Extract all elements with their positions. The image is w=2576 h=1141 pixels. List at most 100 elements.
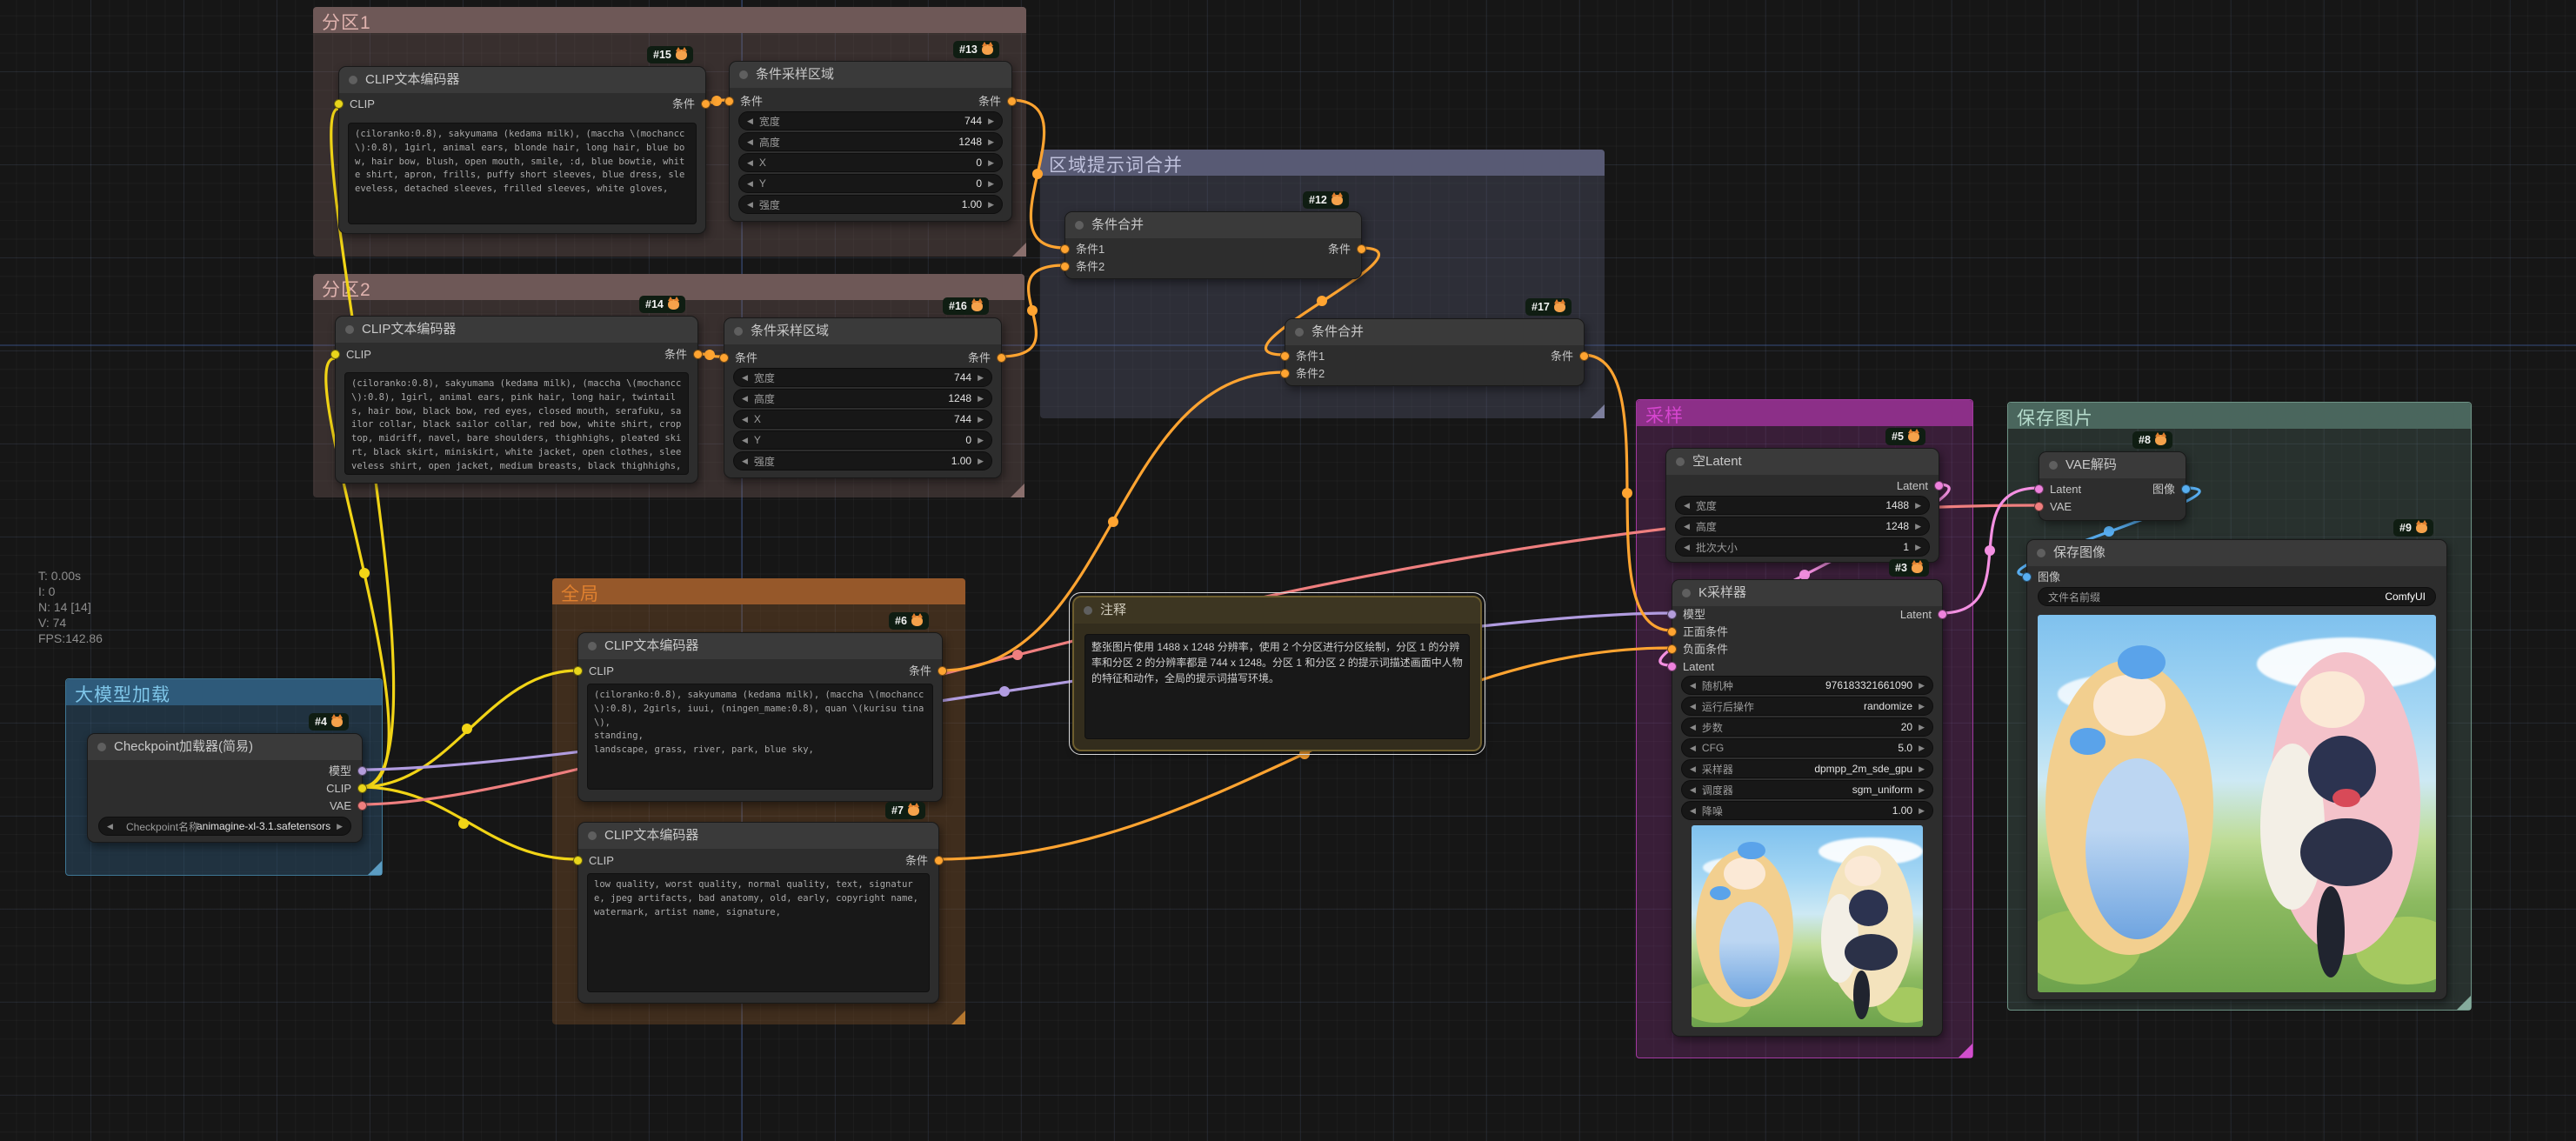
socket-cond-output[interactable] — [938, 666, 947, 676]
socket-clip-input[interactable] — [573, 666, 583, 676]
widget-sampler-name[interactable]: ◀采样器dpmpp_2m_sde_gpu▶ — [1681, 759, 1933, 778]
socket-cond-output[interactable] — [997, 353, 1006, 363]
collapse-dot-icon[interactable] — [97, 743, 106, 751]
node-save-image-9[interactable]: 保存图像 图像 文件名前缀 ComfyUI — [2026, 539, 2447, 1000]
widget-width[interactable]: ◀宽度1488▶ — [1675, 496, 1930, 515]
widget-height[interactable]: ◀高度1248▶ — [733, 389, 992, 408]
group-global-header[interactable] — [552, 578, 965, 604]
socket-cond-output[interactable] — [701, 99, 711, 109]
widget-strength[interactable]: ◀强度1.00▶ — [738, 195, 1003, 214]
socket-latent-output[interactable] — [1934, 481, 1944, 490]
node-ksampler-3[interactable]: K采样器 模型 正面条件 负面条件 Latent Latent ◀随机种9761… — [1672, 579, 1943, 1037]
socket-cond-output[interactable] — [1357, 244, 1366, 254]
socket-clip-input[interactable] — [334, 99, 344, 109]
node-cond-combine-12[interactable]: 条件合并 条件1 条件2 条件 — [1064, 211, 1362, 279]
widget-control-after-generate[interactable]: ◀运行后操作randomize▶ — [1681, 697, 1933, 716]
socket-positive-input[interactable] — [1667, 627, 1677, 637]
socket-cond-input[interactable] — [724, 97, 734, 106]
widget-width[interactable]: ◀宽度744▶ — [738, 111, 1003, 130]
socket-cond-input[interactable] — [719, 353, 729, 363]
group-resize-handle[interactable] — [2457, 996, 2471, 1010]
node-cond-set-area-13[interactable]: 条件采样区域 条件 条件 ◀宽度744▶ ◀高度1248▶ ◀X0▶ ◀Y0▶ … — [729, 61, 1012, 222]
socket-vae-input[interactable] — [2034, 502, 2044, 511]
socket-cond1-input[interactable] — [1280, 351, 1290, 361]
widget-ckpt-name[interactable]: ◀ Checkpoint名称 animagine-xl-3.1.safetens… — [98, 817, 351, 836]
group-resize-handle[interactable] — [951, 1011, 965, 1024]
socket-clip-input[interactable] — [330, 350, 340, 359]
node-cond-combine-17[interactable]: 条件合并 条件1 条件2 条件 — [1285, 318, 1585, 386]
group-sampling-header[interactable] — [1637, 400, 1972, 426]
node-clip-text-encoder-6[interactable]: CLIP文本编码器 CLIP 条件 (ciloranko:0.8), sakyu… — [577, 632, 943, 802]
socket-cond1-input[interactable] — [1060, 244, 1070, 254]
socket-cond-output[interactable] — [934, 856, 944, 865]
widget-x[interactable]: ◀X744▶ — [733, 410, 992, 429]
wire-clip-to-n7 — [361, 787, 577, 859]
widget-height[interactable]: ◀高度1248▶ — [738, 132, 1003, 151]
node-clip-text-encoder-7[interactable]: CLIP文本编码器 CLIP 条件 low quality, worst qua… — [577, 822, 939, 1004]
widget-seed[interactable]: ◀随机种976183321661090▶ — [1681, 676, 1933, 695]
widget-filename-prefix[interactable]: 文件名前缀 ComfyUI — [2038, 587, 2436, 606]
socket-model-input[interactable] — [1667, 610, 1677, 619]
widget-y[interactable]: ◀Y0▶ — [733, 430, 992, 450]
widget-scheduler[interactable]: ◀调度器sgm_uniform▶ — [1681, 780, 1933, 799]
group-partition1-header[interactable] — [313, 7, 1026, 33]
collapse-dot-icon[interactable] — [1075, 221, 1084, 230]
node-graph-canvas[interactable]: T: 0.00s I: 0 N: 14 [14] V: 74 FPS:142.8… — [0, 0, 2576, 1141]
collapse-dot-icon[interactable] — [734, 327, 743, 336]
collapse-dot-icon[interactable] — [1676, 457, 1685, 466]
socket-latent-output[interactable] — [1938, 610, 1947, 619]
socket-cond2-input[interactable] — [1060, 262, 1070, 271]
socket-clip-input[interactable] — [573, 856, 583, 865]
group-resize-handle[interactable] — [368, 861, 382, 875]
collapse-dot-icon[interactable] — [345, 325, 354, 334]
widget-height[interactable]: ◀高度1248▶ — [1675, 517, 1930, 536]
group-resize-handle[interactable] — [1591, 404, 1605, 418]
collapse-dot-icon[interactable] — [588, 642, 597, 651]
socket-latent-input[interactable] — [2034, 484, 2044, 494]
node-note[interactable]: 注释 整张图片使用 1488 x 1248 分辨率，使用 2 个分区进行分区绘制… — [1072, 596, 1482, 751]
collapse-dot-icon[interactable] — [588, 831, 597, 840]
prompt-textarea[interactable]: (ciloranko:0.8), sakyumama (kedama milk)… — [344, 372, 689, 475]
widget-denoise[interactable]: ◀降噪1.00▶ — [1681, 801, 1933, 820]
collapse-dot-icon[interactable] — [1084, 606, 1092, 615]
socket-latent-input[interactable] — [1667, 662, 1677, 671]
widget-y[interactable]: ◀Y0▶ — [738, 174, 1003, 193]
prompt-textarea[interactable]: (ciloranko:0.8), sakyumama (kedama milk)… — [348, 123, 697, 224]
node-cond-set-area-16[interactable]: 条件采样区域 条件 条件 ◀宽度744▶ ◀高度1248▶ ◀X744▶ ◀Y0… — [724, 317, 1002, 478]
group-resize-handle[interactable] — [1959, 1044, 1972, 1058]
socket-image-output[interactable] — [2181, 484, 2191, 494]
socket-cond-output[interactable] — [693, 350, 703, 359]
collapse-dot-icon[interactable] — [739, 70, 748, 79]
node-empty-latent-5[interactable]: 空Latent Latent ◀宽度1488▶ ◀高度1248▶ ◀批次大小1▶ — [1665, 448, 1939, 563]
socket-negative-input[interactable] — [1667, 644, 1677, 654]
widget-batch-size[interactable]: ◀批次大小1▶ — [1675, 537, 1930, 557]
widget-width[interactable]: ◀宽度744▶ — [733, 368, 992, 387]
node-checkpoint-loader-4[interactable]: Checkpoint加载器(简易) 模型 CLIP VAE ◀ Checkpoi… — [87, 733, 363, 843]
group-resize-handle[interactable] — [1011, 484, 1024, 497]
socket-model-output[interactable] — [357, 766, 367, 776]
node-vae-decode-8[interactable]: VAE解码 Latent VAE 图像 — [2039, 451, 2186, 521]
note-textarea[interactable]: 整张图片使用 1488 x 1248 分辨率，使用 2 个分区进行分区绘制，分区… — [1084, 634, 1470, 739]
collapse-dot-icon[interactable] — [1295, 328, 1304, 337]
collapse-dot-icon[interactable] — [349, 76, 357, 84]
widget-strength[interactable]: ◀强度1.00▶ — [733, 451, 992, 470]
collapse-dot-icon[interactable] — [2037, 549, 2045, 557]
socket-cond-output[interactable] — [1007, 97, 1017, 106]
group-title: 分区1 — [322, 9, 371, 35]
node-clip-text-encoder-15[interactable]: CLIP文本编码器 CLIP 条件 (ciloranko:0.8), sakyu… — [338, 66, 706, 234]
socket-image-input[interactable] — [2022, 572, 2032, 582]
widget-cfg[interactable]: ◀CFG5.0▶ — [1681, 738, 1933, 757]
output-label: CLIP — [326, 783, 351, 795]
group-resize-handle[interactable] — [1012, 243, 1026, 257]
widget-x[interactable]: ◀X0▶ — [738, 153, 1003, 172]
socket-cond2-input[interactable] — [1280, 369, 1290, 378]
widget-steps[interactable]: ◀步数20▶ — [1681, 717, 1933, 737]
node-clip-text-encoder-14[interactable]: CLIP文本编码器 CLIP 条件 (ciloranko:0.8), sakyu… — [335, 316, 698, 484]
socket-clip-output[interactable] — [357, 784, 367, 793]
socket-vae-output[interactable] — [357, 801, 367, 811]
prompt-textarea[interactable]: low quality, worst quality, normal quali… — [587, 873, 930, 992]
prompt-textarea[interactable]: (ciloranko:0.8), sakyumama (kedama milk)… — [587, 684, 933, 790]
collapse-dot-icon[interactable] — [2049, 461, 2058, 470]
socket-cond-output[interactable] — [1579, 351, 1589, 361]
collapse-dot-icon[interactable] — [1682, 589, 1691, 597]
